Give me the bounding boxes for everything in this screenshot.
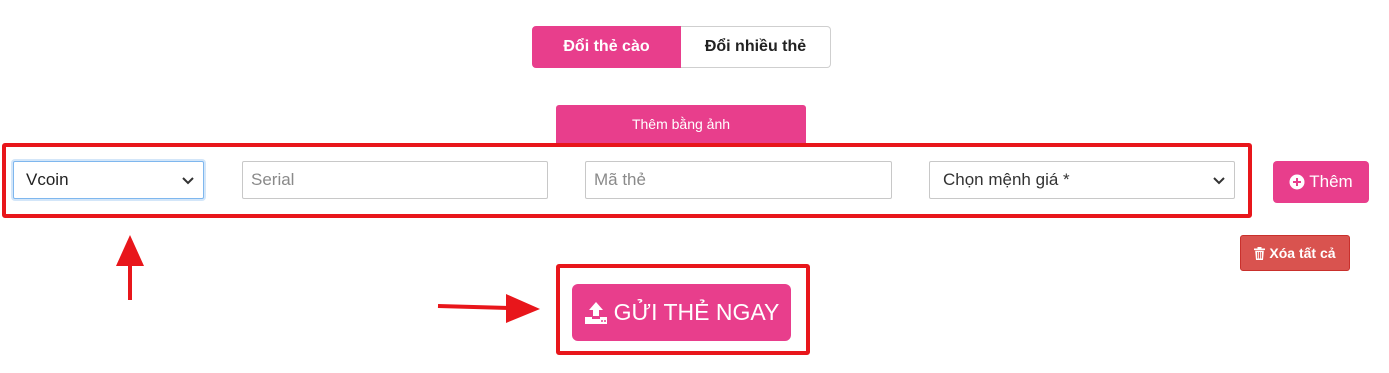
tab-multi-card[interactable]: Đổi nhiều thẻ — [681, 26, 831, 68]
send-card-button[interactable]: GỬI THẺ NGAY — [572, 284, 791, 341]
amount-placeholder: Chọn mệnh giá * — [943, 170, 1070, 189]
card-code-input[interactable]: Mã thẻ — [585, 161, 892, 199]
chevron-down-icon — [1213, 177, 1225, 185]
serial-placeholder: Serial — [251, 170, 295, 189]
tab-single-card-label: Đổi thẻ cào — [563, 38, 650, 55]
annotation-arrow-up-icon — [116, 235, 144, 300]
send-card-label: GỬI THẺ NGAY — [613, 299, 780, 325]
add-by-image-label: Thêm bằng ảnh — [631, 116, 731, 132]
card-type-select[interactable]: Vcoin — [13, 161, 204, 199]
tab-multi-card-label: Đổi nhiều thẻ — [704, 38, 807, 55]
add-card-label: Thêm — [1309, 172, 1353, 191]
mode-tabs: Đổi thẻ cào Đổi nhiều thẻ — [532, 26, 831, 68]
trash-icon — [1254, 246, 1266, 260]
plus-circle-icon — [1289, 174, 1305, 190]
clear-all-label: Xóa tất cả — [1269, 245, 1336, 261]
add-by-image-button[interactable]: Thêm bằng ảnh — [556, 105, 806, 143]
amount-select[interactable]: Chọn mệnh giá * — [929, 161, 1235, 199]
clear-all-button[interactable]: Xóa tất cả — [1240, 235, 1350, 271]
upload-icon — [584, 301, 607, 324]
annotation-arrow-right-icon — [437, 294, 540, 323]
card-code-placeholder: Mã thẻ — [594, 170, 646, 189]
tab-single-card[interactable]: Đổi thẻ cào — [532, 26, 681, 68]
chevron-down-icon — [182, 177, 194, 185]
serial-input[interactable]: Serial — [242, 161, 548, 199]
add-card-button[interactable]: Thêm — [1273, 161, 1369, 203]
card-type-value: Vcoin — [26, 170, 69, 189]
